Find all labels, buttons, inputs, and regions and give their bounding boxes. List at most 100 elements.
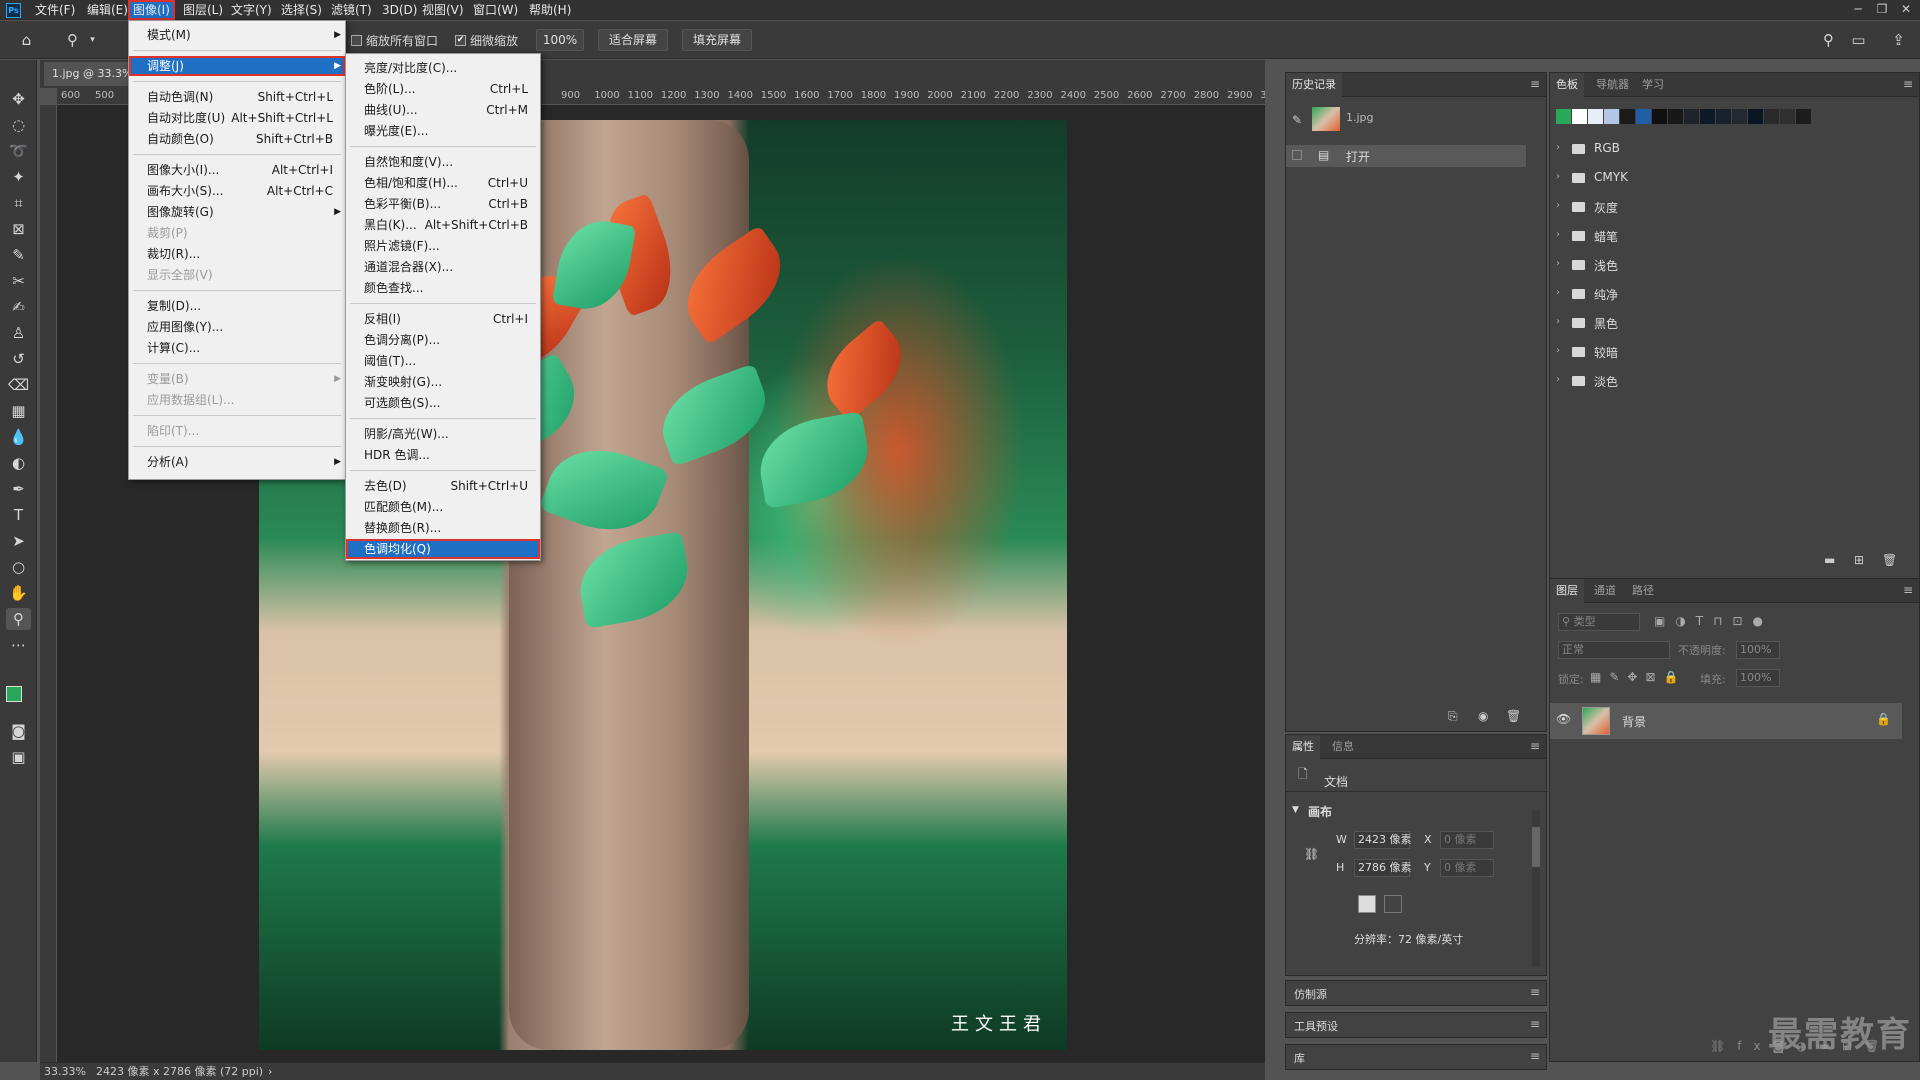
path-select-tool-icon[interactable]: ➤ [6, 530, 31, 552]
opacity-field[interactable]: 100% [1736, 641, 1780, 659]
restore-icon[interactable]: ❐ [1870, 0, 1894, 20]
menu-2[interactable]: 图像(I) [128, 0, 175, 20]
eraser-tool-icon[interactable]: ⌫ [6, 374, 31, 396]
brush-tool-icon[interactable]: ✍ [6, 296, 31, 318]
menu-item[interactable]: 计算(C)... [129, 338, 345, 358]
stamp-tool-icon[interactable]: ♙ [6, 322, 31, 344]
swatch-group-label[interactable]: 纯净 [1594, 286, 1618, 303]
swatch-group-label[interactable]: 灰度 [1594, 199, 1618, 216]
crop-tool-icon[interactable]: ⌗ [6, 192, 31, 214]
tab-channels[interactable]: 通道 [1588, 579, 1622, 603]
search-icon[interactable]: ⚲ [1816, 29, 1841, 51]
tool-presets-panel[interactable]: 工具预设 ≡ [1285, 1012, 1547, 1038]
pen-tool-icon[interactable]: ✒ [6, 478, 31, 500]
landscape-orientation-icon[interactable] [1384, 895, 1402, 913]
ellipse-tool-icon[interactable]: ○ [6, 556, 31, 578]
zoom-percent-button[interactable]: 100% [536, 29, 584, 51]
document-tab[interactable]: 1.jpg @ 33.3% [44, 62, 141, 86]
hand-tool-icon[interactable]: ✋ [6, 582, 31, 604]
swatch-group-label[interactable]: 浅色 [1594, 257, 1618, 274]
libraries-panel[interactable]: 库 ≡ [1285, 1044, 1547, 1070]
frame-tool-icon[interactable]: ⊠ [6, 218, 31, 240]
swatch-group-label[interactable]: RGB [1594, 141, 1620, 155]
menu-item[interactable]: 匹配颜色(M)... [346, 497, 540, 517]
color-swatch[interactable] [1620, 109, 1635, 124]
color-swatch[interactable] [1556, 109, 1571, 124]
healing-tool-icon[interactable]: ✂ [6, 270, 31, 292]
blur-tool-icon[interactable]: 💧 [6, 426, 31, 448]
magic-wand-tool-icon[interactable]: ✦ [6, 166, 31, 188]
clone-source-panel[interactable]: 仿制源 ≡ [1285, 980, 1547, 1006]
panel-menu-icon[interactable]: ≡ [1903, 583, 1913, 597]
menu-item[interactable]: 亮度/对比度(C)... [346, 58, 540, 78]
tab-learn[interactable]: 学习 [1636, 73, 1670, 97]
blend-mode-select[interactable]: 正常 [1558, 641, 1670, 659]
chevron-right-icon[interactable]: › [1556, 142, 1560, 153]
chevron-right-icon[interactable]: › [1556, 171, 1560, 182]
menu-9[interactable]: 窗口(W) [470, 2, 521, 18]
more-tools-icon[interactable]: ⋯ [6, 634, 31, 656]
menu-item[interactable]: 分析(A) ▶ [129, 452, 345, 472]
menu-item[interactable]: HDR 色调... [346, 445, 540, 465]
menu-item[interactable]: 色调均化(Q) [346, 539, 540, 559]
layer-filter-icons[interactable]: ▣◑T⊓⊡● [1654, 614, 1773, 628]
chevron-right-icon[interactable]: › [1556, 345, 1560, 356]
close-icon[interactable]: ✕ [1894, 0, 1918, 20]
tab-info[interactable]: 信息 [1326, 735, 1360, 759]
history-brush-source-icon[interactable]: ✎ [1292, 113, 1302, 127]
scrubby-zoom-checkbox[interactable]: ✔ [455, 35, 466, 46]
quick-mask-icon[interactable]: ◙ [6, 720, 31, 742]
menu-item[interactable]: 通道混合器(X)... [346, 257, 540, 277]
canvas-height-field[interactable]: 2786 像素 [1354, 859, 1412, 877]
scrollbar[interactable] [1532, 811, 1540, 967]
menu-item[interactable]: 颜色查找... [346, 278, 540, 298]
lasso-tool-icon[interactable]: ➰ [6, 140, 31, 162]
minimize-icon[interactable]: ─ [1846, 0, 1870, 20]
portrait-orientation-icon[interactable] [1358, 895, 1376, 913]
chevron-down-icon[interactable]: ▾ [80, 29, 105, 51]
menu-item[interactable]: 去色(D) Shift+Ctrl+U [346, 476, 540, 496]
menu-item[interactable]: 照片滤镜(F)... [346, 236, 540, 256]
menu-item[interactable]: 阈值(T)... [346, 351, 540, 371]
menu-7[interactable]: 3D(D) [379, 2, 420, 18]
menu-item[interactable]: 画布大小(S)... Alt+Ctrl+C [129, 181, 345, 201]
swatch-group-label[interactable]: 黑色 [1594, 315, 1618, 332]
foreground-color-swatch[interactable] [6, 686, 22, 702]
marquee-tool-icon[interactable]: ◌ [6, 114, 31, 136]
tab-layers[interactable]: 图层 [1550, 579, 1584, 603]
menu-8[interactable]: 视图(V) [419, 2, 467, 18]
panel-menu-icon[interactable]: ≡ [1530, 739, 1540, 753]
tab-paths[interactable]: 路径 [1626, 579, 1660, 603]
new-document-from-state-icon[interactable]: ⎘ [1448, 709, 1458, 724]
new-swatch-icon[interactable]: ⊞ [1854, 553, 1864, 567]
gradient-tool-icon[interactable]: ▦ [6, 400, 31, 422]
menu-item[interactable]: 曲线(U)... Ctrl+M [346, 100, 540, 120]
tab-swatches[interactable]: 色板 [1550, 73, 1584, 97]
trash-icon[interactable]: 🗑 [1506, 709, 1521, 723]
home-icon[interactable]: ⌂ [14, 29, 39, 51]
share-icon[interactable]: ⇪ [1886, 29, 1911, 51]
menu-item[interactable]: 裁切(R)... [129, 244, 345, 264]
history-brush-tool-icon[interactable]: ↺ [6, 348, 31, 370]
menu-item[interactable]: 图像大小(I)... Alt+Ctrl+I [129, 160, 345, 180]
menu-item[interactable]: 自然饱和度(V)... [346, 152, 540, 172]
panel-menu-icon[interactable]: ≡ [1530, 1049, 1540, 1063]
color-swatch[interactable] [1636, 109, 1651, 124]
menu-10[interactable]: 帮助(H) [526, 2, 574, 18]
layer-row-background[interactable]: 👁 背景 🔒 [1550, 703, 1902, 739]
menu-item[interactable]: 色彩平衡(B)... Ctrl+B [346, 194, 540, 214]
menu-item[interactable]: 应用图像(Y)... [129, 317, 345, 337]
chevron-right-icon[interactable]: › [268, 1063, 272, 1080]
menu-item[interactable]: 曝光度(E)... [346, 121, 540, 141]
chevron-right-icon[interactable]: › [1556, 374, 1560, 385]
history-step-checkbox[interactable] [1292, 150, 1302, 160]
color-swatch[interactable] [1732, 109, 1747, 124]
tab-navigator[interactable]: 导航器 [1590, 73, 1635, 97]
chevron-right-icon[interactable]: › [1556, 287, 1560, 298]
layer-filter-select[interactable]: ⚲ 类型 [1558, 613, 1640, 631]
menu-item[interactable]: 色相/饱和度(H)... Ctrl+U [346, 173, 540, 193]
menu-item[interactable]: 自动颜色(O) Shift+Ctrl+B [129, 129, 345, 149]
color-swatch[interactable] [1764, 109, 1779, 124]
fill-screen-button[interactable]: 填充屏幕 [682, 29, 752, 51]
color-swatch[interactable] [1588, 109, 1603, 124]
